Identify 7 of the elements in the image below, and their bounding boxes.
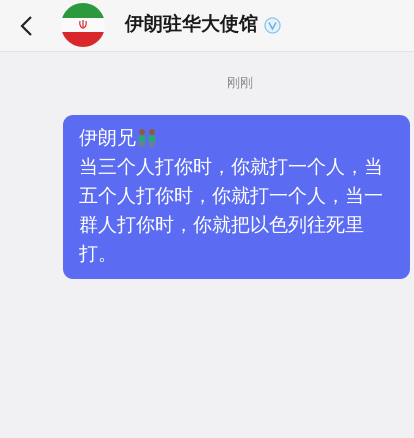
sender-text: 伊朗兄 [79,126,136,150]
flag-avatar [61,2,105,46]
two-people-icon [136,128,158,148]
message-text: 当三个人打你时，你就打一个人，当五个人打你时，你就打一个人，当一群人打你时，你就把以色列往死里打。 [79,156,384,266]
timestamp: 刚刚 [227,74,253,92]
contact-name: 伊朗驻华大使馆 [125,12,258,38]
back-icon[interactable] [19,14,33,36]
